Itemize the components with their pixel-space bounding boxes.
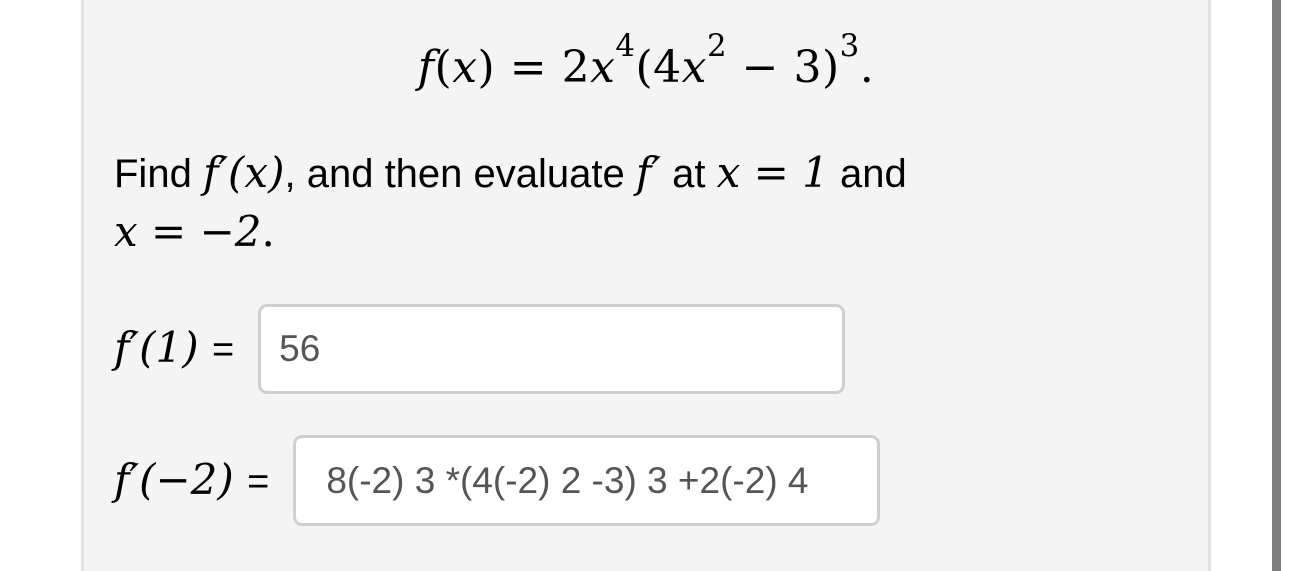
coefficient: 2 xyxy=(561,42,591,93)
variable: x xyxy=(590,42,616,93)
prompt-x-equals-1: x = 1 xyxy=(716,148,829,197)
period: . xyxy=(859,42,875,93)
answer-input-value: 56 xyxy=(279,328,321,369)
answer-label-f-prime-neg2: f′(−2) = xyxy=(114,455,269,507)
answer-input-value: 8(-2) 3 *(4(-2) 2 -3) 3 +2(-2) 4 xyxy=(326,459,809,501)
answer-input-f-prime-1[interactable]: 56 xyxy=(258,304,846,394)
inner-coefficient: 4 xyxy=(653,42,682,93)
inner-constant: 3 xyxy=(793,42,822,93)
equals-sign: = xyxy=(509,42,548,93)
question-panel: f(x) = 2x4(4x2 − 3)3. Find f′(x), and th… xyxy=(81,0,1211,571)
inner-exponent: 2 xyxy=(707,27,728,64)
prompt-at: at xyxy=(672,152,706,196)
function-name: f xyxy=(417,42,435,93)
prompt-and: and xyxy=(840,152,907,196)
answer-input-f-prime-neg2[interactable]: 8(-2) 3 *(4(-2) 2 -3) 3 +2(-2) 4 xyxy=(293,435,881,526)
exponent-outer-var: 4 xyxy=(615,27,636,64)
prompt-fprime: f′ xyxy=(635,148,661,197)
answer-label-f-prime-1: f′(1) = xyxy=(114,323,234,375)
open-paren: ( xyxy=(635,42,654,93)
outer-exponent: 3 xyxy=(839,27,860,64)
question-prompt: Find f′(x), and then evaluate f′ at x = … xyxy=(114,144,1054,262)
scrollbar[interactable] xyxy=(1272,0,1281,571)
prompt-x-equals-neg2: x = −2 xyxy=(114,207,262,256)
answer-equals: = xyxy=(247,460,270,503)
function-variable: x xyxy=(452,42,478,93)
answer-equals: = xyxy=(211,329,235,371)
prompt-middle: , and then evaluate xyxy=(284,152,625,196)
answer-row-f-prime-1: f′(1) = 56 xyxy=(114,304,846,394)
prompt-derivative: f′(x) xyxy=(202,148,285,197)
answer-row-f-prime-neg2: f′(−2) = 8(-2) 3 *(4(-2) 2 -3) 3 +2(-2) … xyxy=(114,435,881,526)
prompt-find: Find xyxy=(114,152,192,196)
inner-variable: x xyxy=(681,42,707,93)
function-equation: f(x) = 2x4(4x2 − 3)3. xyxy=(417,27,875,93)
close-paren: ) xyxy=(821,42,840,93)
answer-label-text: f′(−2) xyxy=(114,454,234,504)
prompt-end: . xyxy=(261,207,275,256)
answer-label-text: f′(1) xyxy=(114,323,199,372)
minus-sign: − xyxy=(741,42,779,93)
